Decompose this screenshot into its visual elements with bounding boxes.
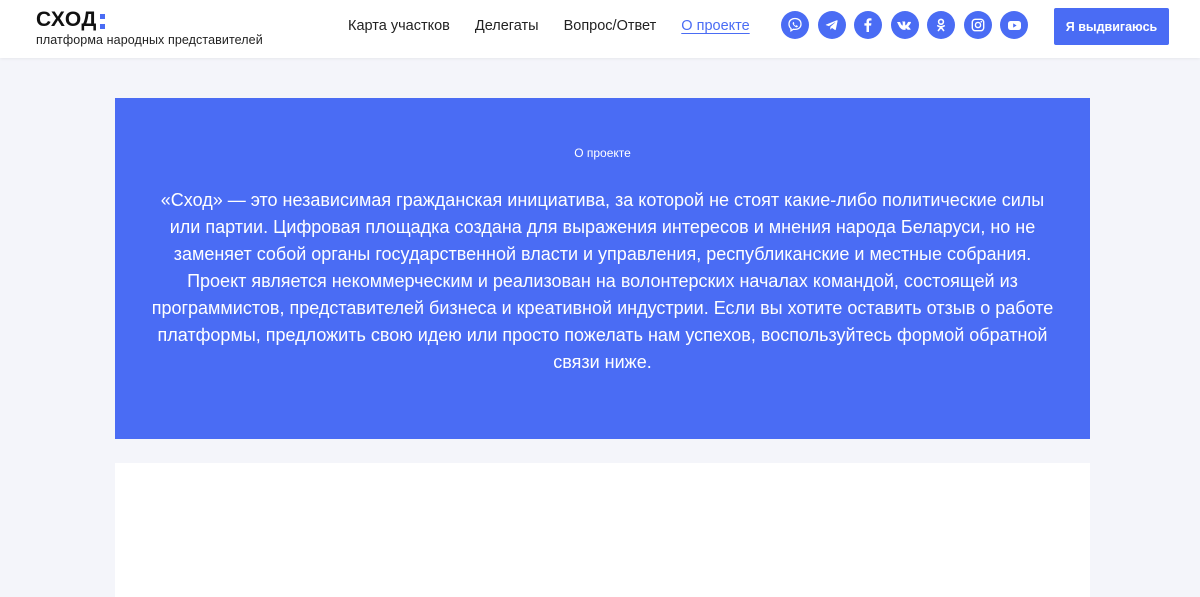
nav-item-map[interactable]: Карта участков	[348, 18, 450, 34]
social-links	[781, 11, 1037, 39]
site-header: СХОД платформа народных представителей К…	[0, 0, 1200, 58]
logo[interactable]: СХОД платформа народных представителей	[36, 9, 263, 48]
logo-name: СХОД	[36, 8, 97, 31]
logo-title: СХОД	[36, 9, 263, 31]
facebook-icon[interactable]	[854, 11, 882, 39]
nav-item-about[interactable]: О проекте	[681, 18, 749, 34]
nav-item-delegates[interactable]: Делегаты	[475, 18, 539, 34]
about-label: О проекте	[574, 146, 631, 160]
logo-colon-mark	[99, 13, 105, 29]
logo-tagline: платформа народных представителей	[36, 33, 263, 47]
youtube-icon[interactable]	[1000, 11, 1028, 39]
vk-icon[interactable]	[890, 11, 919, 39]
instagram-icon[interactable]	[963, 11, 992, 39]
nominate-button[interactable]: Я выдвигаюсь	[1054, 8, 1169, 45]
odnoklassniki-icon[interactable]	[927, 11, 955, 39]
telegram-icon[interactable]	[817, 11, 846, 39]
feedback-panel	[115, 463, 1090, 597]
main-nav: Карта участков Делегаты Вопрос/Ответ О п…	[348, 0, 775, 52]
about-text: «Сход» — это независимая гражданская ини…	[151, 190, 1054, 372]
viber-icon[interactable]	[781, 11, 809, 39]
about-section: О проекте «Сход» — это независимая гражд…	[115, 98, 1090, 439]
nav-item-faq[interactable]: Вопрос/Ответ	[564, 18, 657, 34]
